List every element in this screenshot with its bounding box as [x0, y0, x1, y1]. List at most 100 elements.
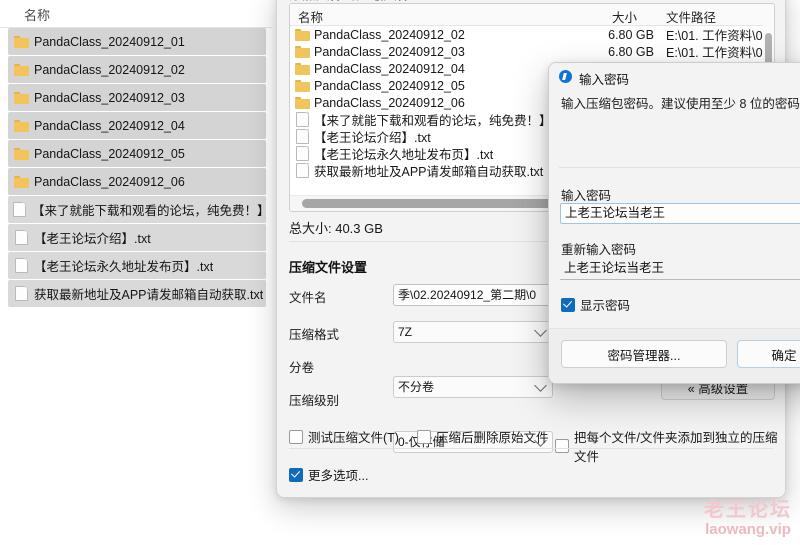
archive-settings-title: 压缩文件设置: [289, 260, 368, 275]
folder-icon: [290, 79, 314, 92]
test-archive-label: 测试压缩文件(T): [308, 431, 399, 445]
text-file-icon: [8, 286, 34, 301]
folder-glyph: [294, 45, 310, 58]
folder-glyph: [13, 91, 29, 104]
folder-glyph: [13, 147, 29, 160]
chevron-down-icon: [534, 379, 547, 392]
archive-col-size[interactable]: 大小: [612, 7, 637, 26]
checkbox-box[interactable]: [289, 467, 303, 482]
archive-item-name: PandaClass_20240912_02: [314, 27, 465, 42]
folder-icon: [8, 147, 34, 160]
explorer-item-name: PandaClass_20240912_01: [34, 34, 185, 49]
format-select-value: 7Z: [398, 325, 413, 339]
archive-item-path: E:\01. 工作资料\02. 资源: [666, 46, 774, 60]
separate-archives-label: 把每个文件/文件夹添加到独立的压缩文件: [574, 431, 778, 464]
sort-ascending-icon[interactable]: ⌃: [146, 0, 162, 8]
explorer-item-name: 【来了就能下载和观看的论坛，纯免费！】.txt: [31, 204, 266, 218]
archive-list-row[interactable]: PandaClass_20240912_02 6.80 GB E:\01. 工作资料…: [290, 26, 774, 43]
explorer-item-name: PandaClass_20240912_06: [34, 174, 185, 189]
compression-level-label: 压缩级别: [289, 394, 340, 408]
folder-glyph: [294, 96, 310, 109]
checkbox-box[interactable]: [417, 429, 431, 444]
folder-icon: [8, 119, 34, 132]
document-glyph: [14, 230, 28, 245]
ok-button[interactable]: 确定: [737, 340, 800, 368]
folder-glyph: [13, 35, 29, 48]
confirm-password-input[interactable]: 上老王论坛当老王: [560, 259, 800, 280]
volume-select[interactable]: 不分卷: [393, 376, 553, 398]
volume-select-value: 不分卷: [398, 380, 435, 394]
text-file-icon: [8, 202, 32, 217]
explorer-item-name: PandaClass_20240912_02: [34, 62, 185, 77]
folder-icon: [290, 45, 314, 58]
password-input[interactable]: 上老王论坛当老王: [560, 203, 800, 224]
explorer-list-item[interactable]: PandaClass_20240912_06: [8, 168, 266, 195]
explorer-item-name: PandaClass_20240912_04: [34, 118, 185, 133]
filename-label: 文件名: [289, 291, 327, 305]
explorer-item-name: 获取最新地址及APP请发邮箱自动获取.txt: [34, 288, 264, 302]
divider: [559, 167, 800, 168]
folder-glyph: [294, 62, 310, 75]
explorer-item-name: PandaClass_20240912_03: [34, 90, 185, 105]
explorer-file-list: PandaClass_20240912_01 PandaClass_2024091…: [0, 28, 272, 308]
delete-after-label: 压缩后删除原始文件: [436, 431, 549, 445]
explorer-list-item[interactable]: PandaClass_20240912_02: [8, 56, 266, 83]
folder-icon: [8, 175, 34, 188]
explorer-list-item[interactable]: PandaClass_20240912_03: [8, 84, 266, 111]
explorer-list-item[interactable]: 【老王论坛介绍】.txt: [8, 224, 266, 251]
explorer-column-header: ⌃ 名称: [0, 0, 272, 28]
folder-glyph: [13, 63, 29, 76]
archive-item-name: 获取最新地址及APP请发邮箱自动获取.txt: [314, 165, 544, 179]
show-password-label: 显示密码: [580, 299, 631, 313]
checkbox-box[interactable]: [555, 439, 569, 453]
folder-glyph: [294, 79, 310, 92]
archive-col-path[interactable]: 文件路径: [666, 7, 716, 26]
separate-archives-checkbox[interactable]: 把每个文件/文件夹添加到独立的压缩文件: [555, 427, 785, 465]
volume-label: 分卷: [289, 361, 315, 375]
folder-icon: [8, 63, 34, 76]
document-glyph: [13, 202, 27, 217]
password-manager-button[interactable]: 密码管理器...: [561, 340, 727, 368]
explorer-item-name: 【老王论坛介绍】.txt: [34, 232, 151, 246]
document-glyph: [295, 146, 309, 161]
explorer-column-name-label[interactable]: 名称: [24, 5, 50, 24]
chevron-down-icon: [534, 324, 547, 337]
password-dialog-title: 输入密码: [579, 73, 630, 87]
explorer-list-item[interactable]: PandaClass_20240912_05: [8, 140, 266, 167]
show-password-checkbox[interactable]: 显示密码: [561, 295, 630, 314]
folder-icon: [8, 91, 34, 104]
document-glyph: [14, 286, 28, 301]
archive-item-name: PandaClass_20240912_03: [314, 44, 465, 59]
archive-item-name: PandaClass_20240912_06: [314, 95, 465, 110]
password-dialog-button-bar: 密码管理器... 确定: [549, 328, 800, 383]
checkbox-box[interactable]: [289, 429, 303, 444]
explorer-list-item[interactable]: PandaClass_20240912_01: [8, 28, 266, 55]
checkbox-box[interactable]: [561, 297, 575, 312]
folder-icon: [290, 62, 314, 75]
explorer-item-name: 【老王论坛永久地址发布页】.txt: [34, 260, 214, 274]
more-options-checkbox[interactable]: 更多选项...: [289, 465, 368, 484]
explorer-list-item[interactable]: 获取最新地址及APP请发邮箱自动获取.txt: [8, 280, 266, 307]
archive-item-name: PandaClass_20240912_04: [314, 61, 465, 76]
divider: [289, 448, 773, 449]
folder-glyph: [13, 119, 29, 132]
test-archive-checkbox[interactable]: 测试压缩文件(T): [289, 427, 399, 446]
text-file-icon: [290, 146, 314, 161]
folder-icon: [290, 96, 314, 109]
document-glyph: [14, 258, 28, 273]
format-select[interactable]: 7Z: [393, 321, 553, 343]
archive-list-row[interactable]: PandaClass_20240912_03 6.80 GB E:\01. 工作资料…: [290, 43, 774, 60]
document-glyph: [295, 129, 309, 144]
explorer-list-item[interactable]: 【老王论坛永久地址发布页】.txt: [8, 252, 266, 279]
explorer-list-item[interactable]: 【来了就能下载和观看的论坛，纯免费！】.txt: [8, 196, 266, 223]
explorer-list-item[interactable]: PandaClass_20240912_04: [8, 112, 266, 139]
folder-glyph: [294, 28, 310, 41]
archive-item-name: PandaClass_20240912_05: [314, 78, 465, 93]
folder-glyph: [13, 175, 29, 188]
archive-list-header: 名称 大小 文件路径: [290, 4, 774, 26]
archive-col-name[interactable]: 名称: [298, 7, 323, 26]
delete-after-checkbox[interactable]: 压缩后删除原始文件: [417, 427, 549, 446]
more-options-label: 更多选项...: [308, 469, 369, 483]
shield-lock-icon: [559, 70, 572, 83]
archive-item-size: 6.80 GB: [608, 44, 654, 59]
